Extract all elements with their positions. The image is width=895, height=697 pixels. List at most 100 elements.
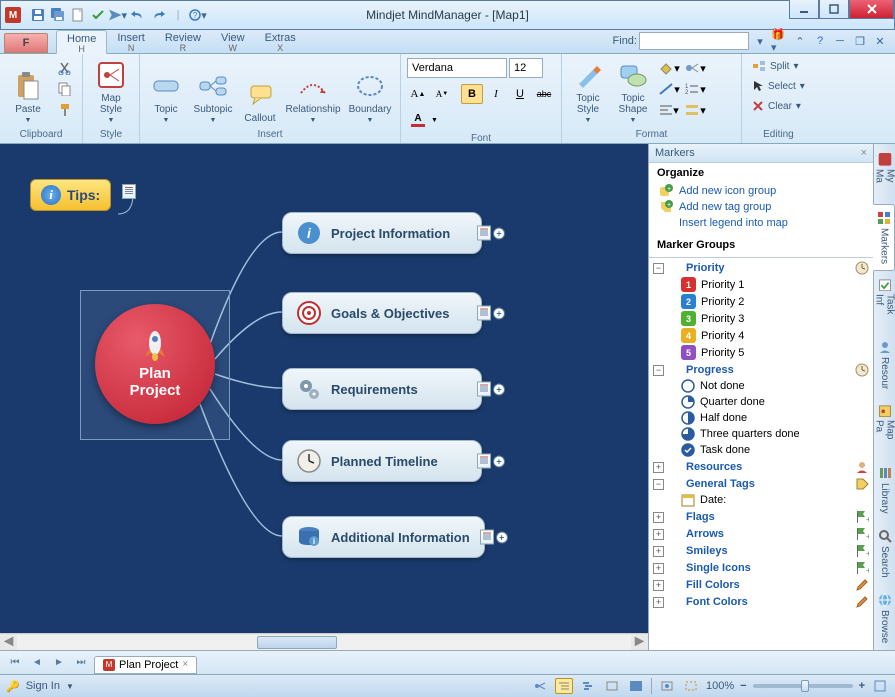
mdi-close-icon[interactable]: ✕ [871, 32, 889, 50]
font-size-select[interactable] [509, 58, 543, 78]
topic-note-icon[interactable] [480, 530, 494, 545]
document-tab[interactable]: M Plan Project × [94, 656, 197, 674]
tree-group-header[interactable]: − Priority [651, 260, 871, 276]
callout-button[interactable]: Callout [240, 58, 280, 124]
marker-item[interactable]: Date: [651, 492, 871, 508]
marker-item[interactable]: Task done [651, 442, 871, 458]
tree-group-header[interactable]: + Resources [651, 459, 871, 475]
marker-item[interactable]: Quarter done [651, 394, 871, 410]
panel-link[interactable]: +Add new icon group [657, 183, 865, 199]
align-icon[interactable]: ▾ [658, 100, 680, 120]
topic-note-icon[interactable] [477, 226, 491, 241]
tree-group-header[interactable]: + Single Icons + [651, 560, 871, 576]
paste-button[interactable]: Paste▼ [6, 58, 50, 124]
copy-icon[interactable] [54, 79, 76, 99]
topic-shape-button[interactable]: Topic Shape▼ [612, 58, 654, 124]
mindmap-canvas[interactable]: i Tips: Plan Project i Project Informati… [0, 144, 648, 633]
bold-icon[interactable]: B [461, 84, 483, 104]
group-action-icon[interactable]: + [855, 561, 869, 575]
tab-nav-last[interactable]: ⏭ [72, 655, 90, 671]
line-color-icon[interactable]: ▾ [658, 79, 680, 99]
mdi-minimize-icon[interactable]: ─ [831, 32, 849, 50]
group-action-icon[interactable] [855, 261, 869, 275]
boundary-button[interactable]: Boundary▼ [346, 58, 394, 124]
group-action-icon[interactable] [855, 363, 869, 377]
tree-toggle-icon[interactable]: + [653, 597, 664, 608]
marker-item[interactable]: 2Priority 2 [651, 293, 871, 310]
expand-handle[interactable]: + [496, 531, 508, 543]
panel-link[interactable]: +Add new tag group [657, 199, 865, 215]
topic-note-icon[interactable] [477, 306, 491, 321]
side-tab-my-ma[interactable]: My Ma [874, 146, 895, 203]
tree-toggle-icon[interactable]: + [653, 580, 664, 591]
find-options-icon[interactable]: ▾ [751, 32, 769, 50]
tree-group-header[interactable]: + Arrows + [651, 526, 871, 542]
up-icon[interactable]: ⌃ [791, 32, 809, 50]
side-tab-library[interactable]: Library [874, 459, 895, 521]
tab-view[interactable]: ViewW [211, 30, 255, 53]
side-tab-browse[interactable]: Browse [874, 586, 895, 650]
tab-nav-prev[interactable]: ◄ [28, 655, 46, 671]
font-name-select[interactable] [407, 58, 507, 78]
tips-note-icon[interactable] [122, 184, 136, 199]
topic-button[interactable]: Topic▼ [146, 58, 186, 124]
tree-toggle-icon[interactable]: + [653, 512, 664, 523]
fullscreen-icon[interactable] [871, 678, 889, 694]
marker-item[interactable]: 1Priority 1 [651, 276, 871, 293]
expand-handle[interactable]: + [493, 383, 505, 395]
font-color-dropdown[interactable]: ▼ [431, 117, 438, 124]
help-icon[interactable]: ? [811, 32, 829, 50]
expand-handle[interactable]: + [493, 307, 505, 319]
topic-node[interactable]: Requirements + [282, 368, 482, 410]
side-tab-search[interactable]: Search [874, 522, 895, 585]
side-tab-markers[interactable]: Markers [873, 204, 895, 271]
side-tab-task-inf[interactable]: Task Inf [874, 272, 895, 333]
italic-icon[interactable]: I [485, 84, 507, 104]
zoom-in-icon[interactable]: + [859, 680, 865, 692]
tree-toggle-icon[interactable]: + [653, 563, 664, 574]
tree-group-header[interactable]: + Font Colors [651, 594, 871, 610]
view-gantt-icon[interactable] [579, 678, 597, 694]
panel-close-icon[interactable]: × [861, 147, 867, 159]
tab-insert[interactable]: InsertN [107, 30, 155, 53]
fit-map-icon[interactable] [658, 678, 676, 694]
minimize-button[interactable] [789, 0, 819, 19]
marker-item[interactable]: Half done [651, 410, 871, 426]
marker-item[interactable]: Not done [651, 378, 871, 394]
zoom-value[interactable]: 100% [706, 680, 734, 692]
undo-icon[interactable] [129, 6, 147, 24]
group-action-icon[interactable]: + [855, 510, 869, 524]
tips-node[interactable]: i Tips: [30, 179, 111, 211]
tree-toggle-icon[interactable]: + [653, 529, 664, 540]
fit-selection-icon[interactable] [682, 678, 700, 694]
cut-icon[interactable] [54, 58, 76, 78]
map-style-button[interactable]: Map Style▼ [89, 58, 133, 124]
marker-item[interactable]: 4Priority 4 [651, 327, 871, 344]
topic-note-icon[interactable] [477, 382, 491, 397]
file-tab[interactable]: F [4, 33, 48, 53]
tab-extras[interactable]: ExtrasX [255, 30, 306, 53]
tree-group-header[interactable]: − General Tags [651, 476, 871, 492]
strikethrough-icon[interactable]: abc [533, 84, 555, 104]
horizontal-scrollbar[interactable]: ◄ ► [0, 633, 648, 650]
numbering-icon[interactable]: 12▾ [684, 79, 706, 99]
doc-tab-close-icon[interactable]: × [182, 659, 188, 670]
tree-toggle-icon[interactable]: − [653, 263, 664, 274]
tab-nav-first[interactable]: ⏮ [6, 655, 24, 671]
group-action-icon[interactable] [855, 595, 869, 609]
underline-icon[interactable]: U [509, 84, 531, 104]
tab-review[interactable]: ReviewR [155, 30, 211, 53]
clear-button[interactable]: Clear ▾ [748, 98, 809, 114]
fill-color-icon[interactable]: ▾ [658, 58, 680, 78]
topic-node[interactable]: Planned Timeline + [282, 440, 482, 482]
find-input[interactable] [639, 32, 749, 50]
tree-group-header[interactable]: + Flags + [651, 509, 871, 525]
close-button[interactable] [849, 0, 894, 19]
group-action-icon[interactable]: + [855, 527, 869, 541]
signin-link[interactable]: Sign In [26, 680, 60, 692]
growth-icon[interactable]: ▾ [684, 58, 706, 78]
view-outline-icon[interactable] [555, 678, 573, 694]
topic-note-icon[interactable] [477, 454, 491, 469]
view-walk-icon[interactable] [627, 678, 645, 694]
topic-style-button[interactable]: Topic Style▼ [568, 58, 608, 124]
